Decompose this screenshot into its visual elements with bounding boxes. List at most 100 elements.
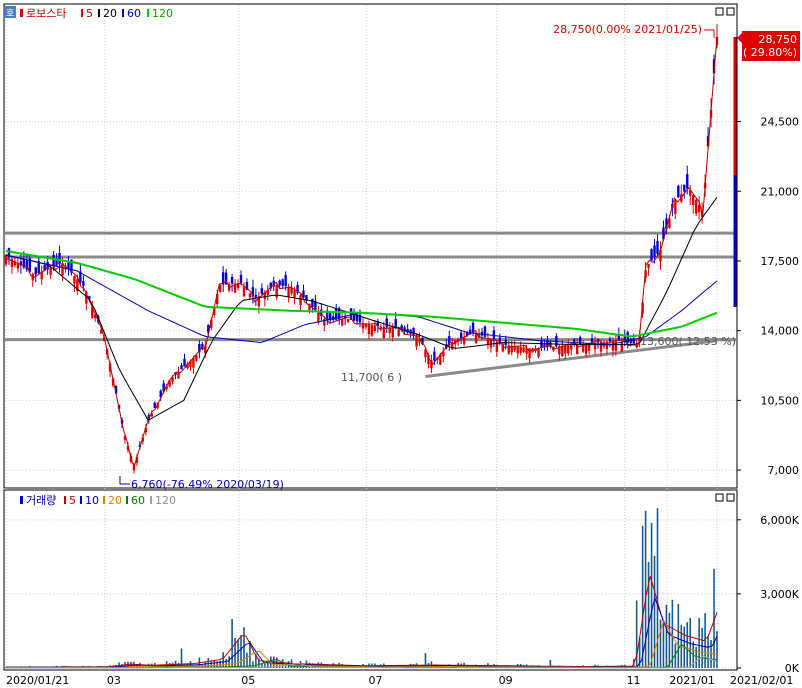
price-tick-label: 7,000 (768, 464, 800, 477)
volume-bar (686, 622, 689, 668)
volume-bar (665, 604, 668, 668)
vol-maximize-icon[interactable] (726, 493, 735, 502)
vma60-label: 60 (131, 494, 145, 507)
price-title: 로보스타 (26, 7, 66, 20)
candle-body (73, 275, 76, 284)
x-tick-label: 2021/01 (669, 674, 715, 687)
volume-panel-controls[interactable] (715, 493, 735, 502)
candle-body (370, 325, 374, 336)
candle-body (278, 280, 281, 286)
volume-tick-label: 3,000K (760, 588, 799, 601)
high-annotation: 28,750(0.00% 2021/01/25) (553, 23, 702, 36)
x-tick-label: 2020/01/21 (6, 674, 69, 687)
title-marker (20, 9, 23, 17)
current-price-value: 28,750 (759, 33, 798, 46)
candle-body (570, 344, 573, 350)
candles (4, 24, 737, 474)
ma20-label: 20 (103, 7, 117, 20)
vma10-marker (80, 496, 82, 504)
candle-body (489, 339, 493, 348)
vol-restore-icon[interactable] (715, 493, 724, 502)
vma20-line (6, 619, 718, 669)
candle-body (397, 329, 400, 336)
price-panel-controls[interactable] (715, 7, 735, 16)
volume-bar (698, 618, 700, 668)
volume-bar (231, 618, 233, 668)
ma120-marker (147, 9, 149, 17)
ma60-label: 60 (127, 7, 141, 20)
candle-body (519, 346, 522, 353)
candle-body (293, 290, 296, 298)
candle-body (561, 345, 564, 357)
vol-title-marker (20, 496, 23, 504)
candle-body (656, 240, 659, 254)
volume-panel-frame (3, 489, 738, 671)
candle-body (516, 346, 519, 354)
moving-averages (5, 35, 718, 469)
volume-bar (659, 619, 662, 668)
price-tick-label: 10,500 (761, 394, 800, 407)
ma20-marker (98, 9, 100, 17)
high-annotation-leader (704, 29, 715, 38)
ma5-marker (81, 9, 83, 17)
candle-body (34, 267, 37, 275)
restore-icon[interactable] (715, 7, 724, 16)
ma5-line (5, 35, 718, 469)
candle-body (248, 293, 252, 298)
y-axis: 7,00010,50014,00017,50021,00024,5000K3,0… (737, 116, 800, 675)
candle-body (391, 328, 394, 338)
candle-body (195, 355, 198, 361)
candle-body (692, 195, 695, 205)
volume-bar (641, 525, 644, 668)
candle-body (82, 281, 85, 286)
volume-bar (240, 635, 242, 668)
maximize-icon[interactable] (726, 7, 735, 16)
candle-body (180, 365, 183, 370)
candle-body (683, 184, 686, 192)
volume-bar (222, 652, 224, 668)
candle-body (367, 324, 371, 335)
ma60-marker (122, 9, 124, 17)
candle-body (573, 339, 576, 345)
volume-bars (5, 508, 718, 669)
candle-body (614, 340, 618, 351)
stock-chart: 7,00010,50014,00017,50021,00024,5000K3,0… (3, 3, 800, 687)
volume-bar (677, 603, 680, 668)
candle-body (653, 245, 656, 258)
candle-body (49, 268, 52, 275)
price-tick-label: 24,500 (761, 116, 800, 129)
ma120-label: 120 (152, 7, 173, 20)
price-panel-frame (3, 3, 738, 489)
candle-body (694, 200, 698, 214)
vma5-marker (64, 496, 66, 504)
candle-body (385, 318, 388, 328)
candle-body (287, 286, 290, 297)
candle-body (608, 338, 612, 342)
volume-bar (704, 613, 706, 668)
vma10-label: 10 (85, 494, 99, 507)
candle-body (281, 279, 284, 286)
candle-body (686, 174, 689, 189)
vma60-marker (126, 496, 128, 504)
right-annotation: 13,600( 12.53 %) (640, 335, 736, 348)
volume-bar (662, 620, 665, 668)
volume-bar (207, 658, 210, 668)
x-tick-label: 07 (368, 674, 382, 687)
candle-body (483, 326, 487, 337)
low-annotation-leader (119, 476, 130, 485)
price-tick-label: 21,000 (761, 185, 800, 198)
x-tick-label: 11 (627, 674, 641, 687)
candle-body (153, 402, 156, 409)
candle-body (564, 345, 567, 354)
mid-annotation: 11,700( 6 ) (341, 371, 402, 384)
x-tick-label: 03 (107, 674, 121, 687)
low-annotation: 6,760(-76.49% 2020/03/19) (131, 478, 284, 491)
price-tick-label: 17,500 (761, 255, 800, 268)
candle-body (474, 332, 478, 343)
volume-title: 거래량 (26, 494, 56, 507)
candle-body (415, 335, 418, 347)
vma60-line (6, 643, 718, 669)
candle-body (183, 358, 186, 367)
vma120-label: 120 (155, 494, 176, 507)
ma60-line (5, 254, 718, 346)
